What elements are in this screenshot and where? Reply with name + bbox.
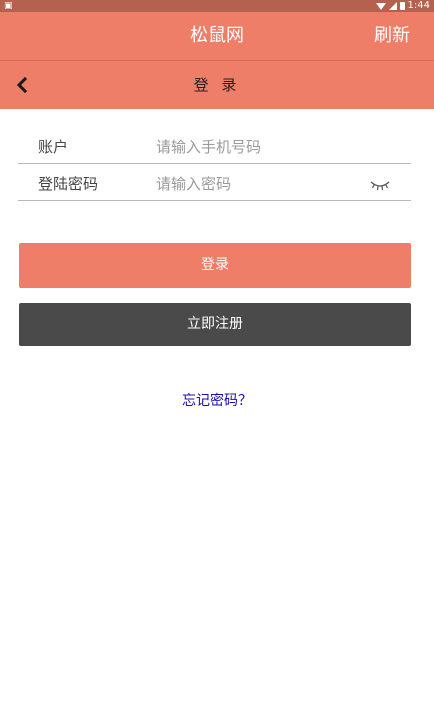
- account-row: 账户: [18, 127, 411, 164]
- page-title: 登 录: [193, 76, 241, 94]
- app-bar: 松鼠网 刷新: [0, 12, 434, 60]
- status-bar: ▣ 1:44: [0, 0, 434, 12]
- password-visibility-toggle[interactable]: [369, 177, 391, 191]
- refresh-button[interactable]: 刷新: [374, 12, 410, 60]
- status-icons: 1:44: [375, 0, 430, 12]
- forgot-password-container: 忘记密码？: [0, 390, 434, 410]
- password-input[interactable]: [156, 168, 356, 200]
- account-label: 账户: [38, 138, 69, 156]
- account-input[interactable]: [156, 131, 356, 163]
- nav-bar: 登 录: [0, 61, 434, 109]
- forgot-password-link[interactable]: 忘记密码？: [182, 390, 252, 410]
- app-title: 松鼠网: [190, 25, 244, 46]
- notification-icon: ▣: [4, 1, 13, 11]
- battery-icon: [399, 2, 405, 10]
- login-button[interactable]: 登录: [19, 243, 411, 288]
- password-row: 登陆密码: [18, 164, 411, 201]
- signal-icon: [388, 2, 397, 10]
- register-button[interactable]: 立即注册: [19, 303, 411, 346]
- wifi-icon: [375, 2, 386, 10]
- status-time: 1:44: [407, 0, 430, 11]
- password-label: 登陆密码: [38, 175, 99, 193]
- eye-closed-icon: [370, 181, 390, 191]
